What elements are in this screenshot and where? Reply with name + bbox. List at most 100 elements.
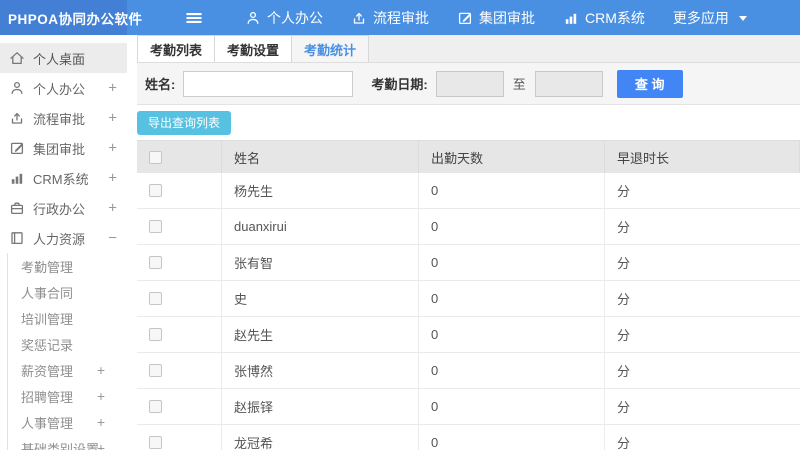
row-checkbox[interactable] (149, 220, 162, 233)
tab-1[interactable]: 考勤设置 (215, 35, 293, 62)
sidebar-item-label: 行政办公 (33, 201, 86, 217)
cell-early: 分 (617, 292, 631, 307)
sidebar-subitem-label: 人事合同 (21, 285, 74, 301)
expand-toggle-icon[interactable]: + (108, 80, 117, 97)
top-bar: PHPOA协同办公软件 个人办公 流程审批 集团审批 CRM系统 更多应用 (0, 0, 800, 35)
cell-name: 赵先生 (222, 317, 419, 352)
sidebar-subitem-label: 人事管理 (21, 415, 74, 431)
expand-toggle-icon[interactable]: + (97, 414, 105, 430)
cell-name: 张博然 (222, 353, 419, 388)
nav-item-label: 个人办公 (267, 9, 323, 26)
sidebar-item-label: 流程审批 (33, 111, 86, 127)
cell-name: 赵振铎 (222, 389, 419, 424)
nav-item-0[interactable]: 个人办公 (231, 0, 337, 35)
sidebar-main-menu: 个人桌面 个人办公 + 流程审批 + 集团审批 + CRM系统 + 行政办公 + 人力资源 − (0, 43, 127, 253)
cell-early: 分 (617, 220, 631, 235)
cell-name: 杨先生 (222, 173, 419, 208)
cell-early: 分 (617, 184, 631, 199)
sidebar-item-3[interactable]: 集团审批 + (0, 133, 127, 163)
app-window: PHPOA协同办公软件 个人办公 流程审批 集团审批 CRM系统 更多应用 个人桌面 个人… (0, 0, 800, 450)
nav-item-1[interactable]: 流程审批 (337, 0, 443, 35)
cell-name: duanxirui (222, 209, 419, 244)
sidebar-subitem-3[interactable]: 奖惩记录 (8, 331, 127, 357)
filter-bar: 姓名: 考勤日期: 至 查 询 (137, 63, 800, 105)
sidebar-item-4[interactable]: CRM系统 + (0, 163, 127, 193)
row-checkbox[interactable] (149, 328, 162, 341)
expand-toggle-icon[interactable]: + (97, 388, 105, 404)
date-from-input[interactable] (435, 70, 504, 97)
user-icon (247, 11, 259, 24)
top-nav: 个人办公 流程审批 集团审批 CRM系统 更多应用 (127, 0, 800, 35)
nav-item-4[interactable]: 更多应用 (659, 0, 765, 35)
cell-days: 0 (419, 425, 605, 450)
home-icon (10, 52, 24, 65)
sidebar-item-5[interactable]: 行政办公 + (0, 193, 127, 223)
tab-2[interactable]: 考勤统计 (292, 35, 370, 62)
row-checkbox[interactable] (149, 364, 162, 377)
nav-item-label: 更多应用 (672, 9, 729, 26)
sidebar-subitem-1[interactable]: 人事合同 (8, 279, 127, 305)
name-filter-input[interactable] (183, 70, 354, 97)
nav-item-2[interactable]: 集团审批 (443, 0, 549, 35)
sidebar-subitem-0[interactable]: 考勤管理 (8, 253, 127, 279)
search-button[interactable]: 查 询 (616, 69, 683, 98)
column-header-early: 早退时长 (605, 141, 800, 173)
expand-toggle-icon[interactable]: + (97, 362, 105, 378)
expand-toggle-icon[interactable]: + (108, 140, 117, 157)
column-header-name: 姓名 (222, 141, 419, 173)
sidebar-subitem-label: 招聘管理 (21, 389, 74, 405)
sidebar-subitem-2[interactable]: 培训管理 (8, 305, 127, 331)
expand-toggle-icon[interactable]: + (108, 170, 117, 187)
cell-days: 0 (419, 281, 605, 316)
table-header-row: 姓名 出勤天数 早退时长 (137, 141, 800, 173)
expand-toggle-icon[interactable]: + (97, 440, 105, 450)
edit-icon (458, 12, 472, 24)
attendance-table: 姓名 出勤天数 早退时长 杨先生 0 分 duanxirui 0 分 张有智 0… (137, 140, 800, 450)
table-row-4: 赵先生 0 分 (137, 317, 800, 353)
sidebar-subitem-4[interactable]: 薪资管理 + (8, 357, 127, 383)
row-checkbox[interactable] (149, 184, 162, 197)
expand-toggle-icon[interactable]: − (108, 230, 117, 247)
sidebar-item-label: 人力资源 (33, 231, 86, 247)
expand-toggle-icon[interactable]: + (108, 110, 117, 127)
sidebar-subitem-7[interactable]: 基础类别设置 + (8, 435, 127, 450)
sidebar-subitem-5[interactable]: 招聘管理 + (8, 383, 127, 409)
user-icon (11, 81, 23, 94)
sidebar-item-2[interactable]: 流程审批 + (0, 103, 127, 133)
nav-item-label: 流程审批 (373, 9, 429, 26)
main-content: 考勤列表 考勤设置 考勤统计 姓名: 考勤日期: 至 查 询 导出查询列表 姓名 出… (127, 35, 800, 450)
book-icon (11, 232, 23, 245)
sidebar-item-1[interactable]: 个人办公 + (0, 73, 127, 103)
briefcase-icon (10, 202, 24, 215)
table-row-2: 张有智 0 分 (137, 245, 800, 281)
cell-early: 分 (617, 364, 631, 379)
nav-item-label: CRM系统 (585, 9, 645, 26)
row-checkbox[interactable] (149, 400, 162, 413)
name-filter-label: 姓名: (145, 77, 176, 92)
row-checkbox[interactable] (149, 292, 162, 305)
menu-icon[interactable] (185, 9, 203, 27)
sidebar-subitem-label: 奖惩记录 (21, 337, 74, 353)
sidebar-item-0[interactable]: 个人桌面 (0, 43, 127, 73)
table-row-0: 杨先生 0 分 (137, 173, 800, 209)
cell-name: 史 (222, 281, 419, 316)
nav-item-3[interactable]: CRM系统 (549, 0, 659, 35)
expand-toggle-icon[interactable]: + (108, 200, 117, 217)
table-row-7: 龙冠希 0 分 (137, 425, 800, 450)
date-filter-label: 考勤日期: (371, 77, 428, 92)
caret-down-icon (738, 15, 747, 21)
sidebar-item-6[interactable]: 人力资源 − (0, 223, 127, 253)
sidebar-item-label: CRM系统 (33, 171, 89, 187)
toolbar-row: 导出查询列表 (137, 105, 800, 140)
sidebar-subitem-6[interactable]: 人事管理 + (8, 409, 127, 435)
row-checkbox[interactable] (149, 256, 162, 269)
sidebar-item-label: 个人办公 (33, 81, 86, 97)
row-checkbox[interactable] (149, 436, 162, 449)
table-body: 杨先生 0 分 duanxirui 0 分 张有智 0 分 史 0 分 赵先生 … (137, 173, 800, 450)
export-list-button[interactable]: 导出查询列表 (137, 110, 232, 135)
date-to-input[interactable] (534, 70, 603, 97)
cell-days: 0 (419, 173, 605, 208)
select-all-checkbox[interactable] (149, 150, 162, 164)
sidebar-subitem-label: 薪资管理 (21, 363, 74, 379)
tab-0[interactable]: 考勤列表 (137, 35, 216, 62)
